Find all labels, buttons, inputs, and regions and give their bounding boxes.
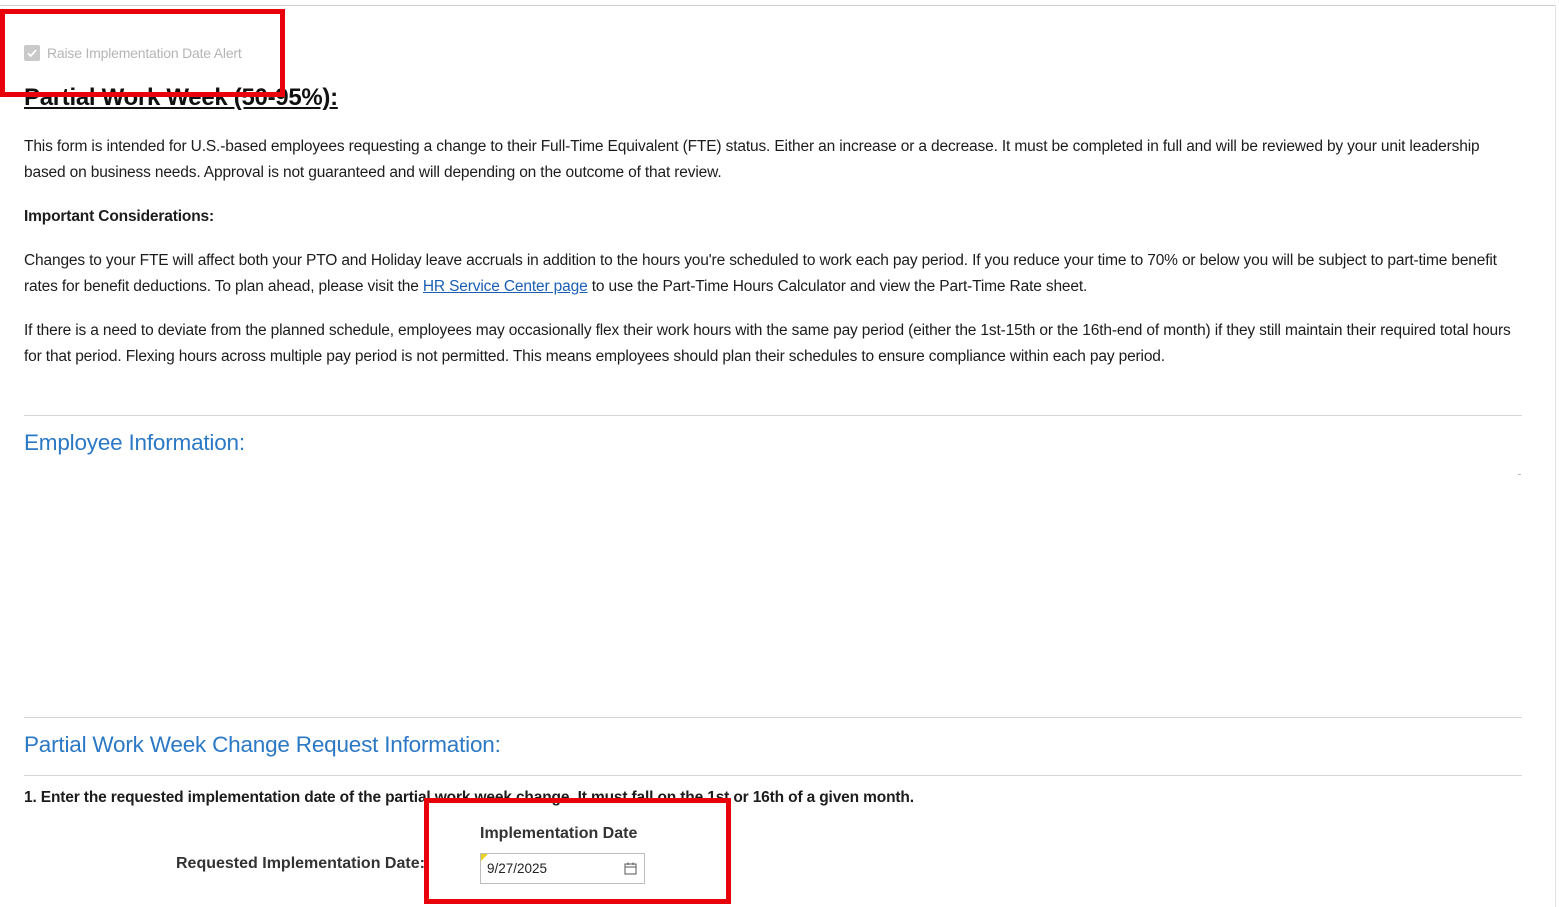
highlight-box-date (424, 798, 731, 904)
considerations-paragraph: Changes to your FTE will affect both you… (24, 248, 1524, 300)
flex-paragraph: If there is a need to deviate from the p… (24, 322, 1511, 365)
considerations-heading-text: Important Considerations: (24, 208, 215, 225)
right-border (1555, 5, 1556, 907)
considerations-text-2: to use the Part-Time Hours Calculator an… (587, 278, 1088, 295)
decorative-dot (1518, 474, 1521, 475)
change-request-heading: Partial Work Week Change Request Informa… (24, 732, 501, 757)
top-border (0, 5, 1555, 6)
divider-2 (24, 717, 1522, 718)
considerations-heading: Important Considerations: (24, 204, 1524, 230)
employee-information-heading: Employee Information: (24, 430, 245, 455)
divider-3 (24, 775, 1522, 776)
divider-1 (24, 415, 1522, 416)
intro-paragraph: This form is intended for U.S.-based emp… (24, 138, 1480, 181)
requested-implementation-date-label: Requested Implementation Date: (176, 855, 425, 872)
highlight-box-alert (0, 9, 285, 97)
hr-service-center-link[interactable]: HR Service Center page (423, 278, 588, 295)
